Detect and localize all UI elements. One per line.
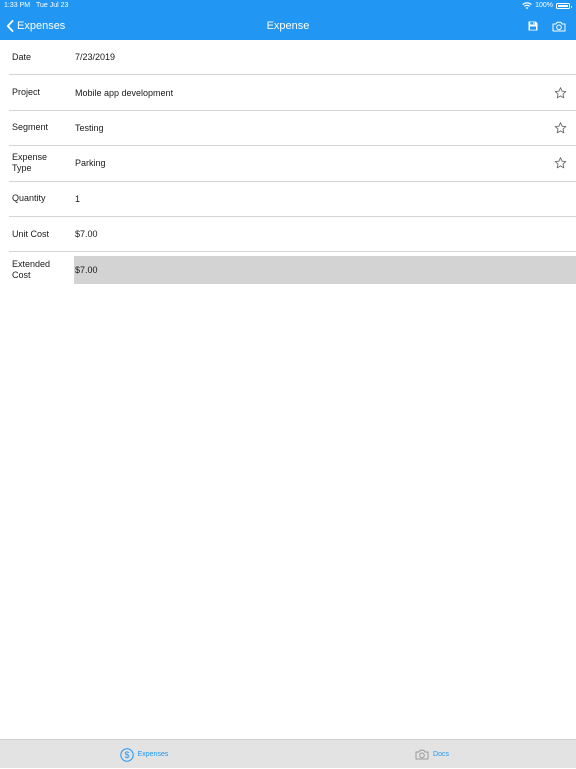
segment-favorite-star-icon[interactable] xyxy=(554,121,567,134)
unit-cost-label: Unit Cost xyxy=(12,228,50,239)
nav-bar: Expenses Expense xyxy=(0,12,576,40)
wifi-icon xyxy=(522,2,532,10)
battery-icon xyxy=(556,3,572,9)
segment-row: Segment Testing xyxy=(9,111,576,147)
tab-docs-label: Docs xyxy=(433,751,449,758)
quantity-row: Quantity 1 xyxy=(9,182,576,217)
expense-type-field[interactable]: Parking xyxy=(74,146,576,180)
expense-form: Date 7/23/2019 Project Mobile app develo… xyxy=(0,40,576,288)
svg-text:$: $ xyxy=(124,750,129,760)
camera-icon xyxy=(552,21,566,31)
tab-expenses-label: Expenses xyxy=(137,751,169,758)
chevron-left-icon xyxy=(6,20,14,32)
unit-cost-row: Unit Cost $7.00 xyxy=(9,217,576,253)
camera-button[interactable] xyxy=(552,21,566,32)
extended-cost-field: $7.00 xyxy=(74,256,576,285)
project-favorite-star-icon[interactable] xyxy=(554,86,567,99)
quantity-field[interactable]: 1 xyxy=(74,182,576,216)
expense-type-row: Expense Type Parking xyxy=(9,146,576,182)
back-button-label: Expenses xyxy=(17,20,66,32)
status-indicators: 100% xyxy=(522,0,572,12)
segment-label: Segment xyxy=(12,122,49,133)
status-bar: 1:33 PM Tue Jul 23 100% xyxy=(0,0,576,12)
save-icon xyxy=(528,21,538,31)
date-label: Date xyxy=(12,51,32,62)
date-row: Date 7/23/2019 xyxy=(9,40,576,76)
extended-cost-label: Extended Cost xyxy=(12,259,51,281)
segment-field[interactable]: Testing xyxy=(74,111,576,145)
tab-docs[interactable]: Docs xyxy=(288,740,576,769)
expense-type-favorite-star-icon[interactable] xyxy=(554,157,567,170)
project-row: Project Mobile app development xyxy=(9,75,576,111)
back-button[interactable]: Expenses xyxy=(6,12,65,40)
expense-type-label: Expense Type xyxy=(12,152,48,174)
date-field[interactable]: 7/23/2019 xyxy=(74,40,576,74)
status-date: Tue Jul 23 xyxy=(36,2,69,9)
unit-cost-field[interactable]: $7.00 xyxy=(74,217,576,251)
extended-cost-row: Extended Cost $7.00 xyxy=(9,252,576,287)
project-field[interactable]: Mobile app development xyxy=(74,75,576,109)
quantity-label: Quantity xyxy=(12,193,46,204)
project-label: Project xyxy=(12,87,41,98)
nav-actions xyxy=(528,12,566,40)
tab-expenses[interactable]: $ Expenses xyxy=(0,740,288,769)
page-title: Expense xyxy=(266,20,310,32)
status-time: 1:33 PM xyxy=(4,2,31,9)
dollar-circle-icon: $ xyxy=(119,747,134,762)
camera-icon xyxy=(415,749,429,760)
battery-percent: 100% xyxy=(535,2,553,9)
tab-bar: $ Expenses Docs xyxy=(0,739,576,768)
save-button[interactable] xyxy=(528,21,538,31)
app-header: 1:33 PM Tue Jul 23 100% Expenses Expense xyxy=(0,0,576,40)
